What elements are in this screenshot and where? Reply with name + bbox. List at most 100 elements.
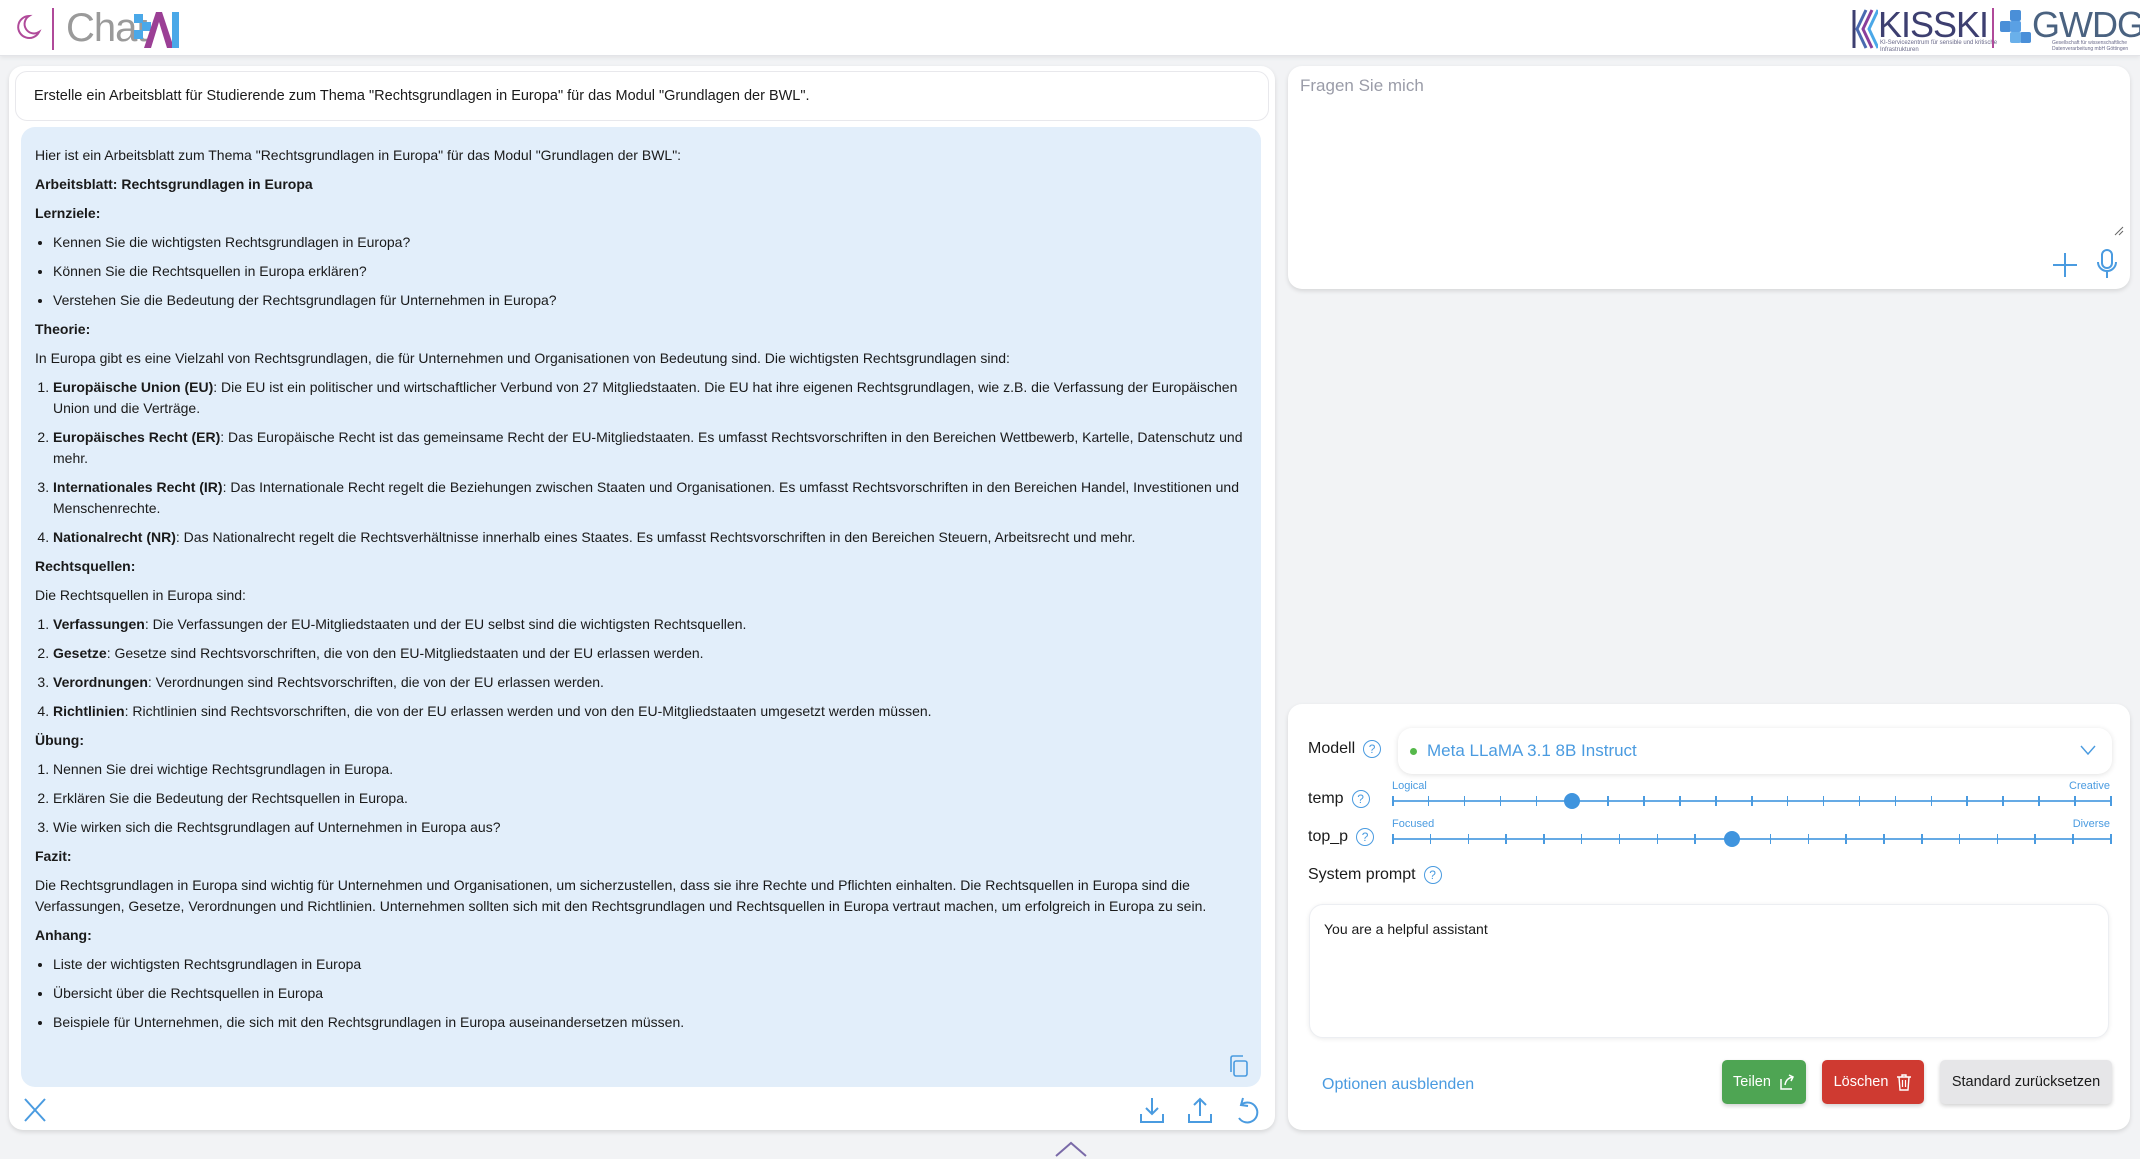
temp-label: temp [1308, 790, 1344, 807]
share-button[interactable]: Teilen [1722, 1060, 1806, 1104]
reset-label: Standard zurücksetzen [1951, 1074, 2101, 1090]
slider-tick [1499, 796, 1502, 806]
model-label-row: Modell ? [1308, 740, 1382, 758]
list-item: Gesetze: Gesetze sind Rechtsvorschriften… [53, 643, 1247, 664]
slider-tick [2038, 796, 2040, 806]
assistant-message: Hier ist ein Arbeitsblatt zum Thema "Rec… [21, 127, 1261, 1087]
slider-tick [1429, 834, 1432, 844]
list-item: Nennen Sie drei wichtige Rechtsgrundlage… [53, 759, 1247, 780]
top-header: Chat KISSKI KI-Servicezentrum für sensib… [0, 0, 2140, 56]
slider-tick [1535, 796, 1538, 806]
model-selected-value: Meta LLaMA 3.1 8B Instruct [1427, 741, 1637, 760]
undo-icon[interactable] [1233, 1096, 1261, 1126]
slider-tick [1921, 834, 1923, 844]
list-item: Kennen Sie die wichtigsten Rechtsgrundla… [53, 232, 1247, 253]
copy-icon[interactable] [1229, 1055, 1249, 1077]
definition: : Das Europäische Recht ist das gemeinsa… [53, 429, 1243, 466]
system-prompt-label-row: System prompt ? [1308, 866, 1442, 884]
section-heading-rechtsquellen: Rechtsquellen: [35, 558, 136, 574]
slider-tick [1694, 834, 1696, 844]
moon-icon[interactable] [12, 12, 42, 42]
chat-footer [9, 1090, 1275, 1130]
definition: : Die Verfassungen der EU-Mitgliedstaate… [144, 616, 747, 632]
slider-tick [1883, 834, 1885, 844]
list-item: Beispiele für Unternehmen, die sich mit … [53, 1012, 1247, 1033]
slider-tick [1580, 834, 1583, 844]
slider-thumb[interactable] [1563, 793, 1580, 809]
slider-tick [1807, 834, 1810, 844]
slider-tick [1751, 796, 1753, 806]
temp-slider[interactable]: Logical Creative [1392, 780, 2112, 810]
term: Europäisches Recht (ER) [53, 429, 221, 445]
slider-tick [1996, 834, 1999, 844]
term: Richtlinien [53, 703, 125, 719]
slider-tick [1607, 796, 1609, 806]
list-item: Können Sie die Rechtsquellen in Europa e… [53, 261, 1247, 282]
close-icon[interactable] [21, 1096, 49, 1124]
help-icon[interactable]: ? [1356, 828, 1375, 846]
slider-tick [1858, 796, 1861, 806]
term: Nationalrecht (NR) [53, 529, 176, 545]
term: Internationales Recht (IR) [53, 479, 223, 495]
system-prompt-input[interactable] [1309, 904, 2109, 1038]
definition: : Das Internationale Recht regelt die Be… [53, 479, 1239, 516]
theorie-intro: In Europa gibt es eine Vielzahl von Rech… [35, 350, 1010, 366]
system-prompt-label: System prompt [1308, 866, 1416, 883]
slider-tick [2002, 796, 2004, 806]
slider-tick [1656, 834, 1659, 844]
list-item: Liste der wichtigsten Rechtsgrundlagen i… [53, 954, 1247, 975]
hide-options-link[interactable]: Optionen ausblenden [1322, 1076, 1474, 1094]
slider-tick [1543, 834, 1545, 844]
prompt-input[interactable] [1300, 76, 2122, 236]
add-attachment-icon[interactable] [2050, 250, 2080, 280]
list-item: Richtlinien: Richtlinien sind Rechtsvors… [53, 701, 1247, 722]
section-heading-uebung: Übung: [35, 732, 84, 748]
section-heading-fazit: Fazit: [35, 848, 72, 864]
slider-thumb[interactable] [1724, 831, 1741, 847]
section-heading-anhang: Anhang: [35, 927, 92, 943]
microphone-icon[interactable] [2096, 248, 2118, 280]
top-p-label-row: top_p ? [1308, 828, 1375, 846]
logo-divider [1992, 8, 1994, 48]
slider-tick [1769, 834, 1772, 844]
slider-tick [2110, 834, 2112, 844]
model-label: Modell [1308, 740, 1356, 757]
share-label: Teilen [1733, 1074, 1771, 1090]
slider-tick [2034, 834, 2036, 844]
model-select[interactable]: Meta LLaMA 3.1 8B Instruct [1398, 728, 2112, 774]
slider-tick [1392, 796, 1394, 806]
resize-handle[interactable] [2114, 226, 2124, 236]
help-icon[interactable]: ? [1363, 740, 1382, 758]
list-item: Erklären Sie die Bedeutung der Rechtsque… [53, 788, 1247, 809]
slider-tick [1930, 796, 1932, 806]
slider-tick [1966, 796, 1968, 806]
settings-panel: Modell ? Meta LLaMA 3.1 8B Instruct temp… [1288, 704, 2130, 1130]
chevron-up-icon[interactable] [1054, 1140, 1088, 1158]
slider-tick [1786, 796, 1789, 806]
term: Verordnungen [53, 674, 148, 690]
help-icon[interactable]: ? [1351, 790, 1370, 808]
slider-tick [1958, 834, 1961, 844]
list-item: Verordnungen: Verordnungen sind Rechtsvo… [53, 672, 1247, 693]
share-icon [1780, 1074, 1794, 1090]
temp-label-row: temp ? [1308, 790, 1370, 808]
user-message: Erstelle ein Arbeitsblatt für Studierend… [15, 71, 1269, 121]
model-status-dot [1410, 747, 1417, 755]
reset-defaults-button[interactable]: Standard zurücksetzen [1940, 1060, 2112, 1104]
rechtsquellen-list: Verfassungen: Die Verfassungen der EU-Mi… [53, 614, 1247, 722]
upload-icon[interactable] [1187, 1096, 1213, 1124]
slider-tick [1427, 796, 1430, 806]
list-item: Europäisches Recht (ER): Das Europäische… [53, 427, 1247, 469]
delete-button[interactable]: Löschen [1822, 1060, 1924, 1104]
slider-tick [1467, 834, 1470, 844]
section-heading-lernziele: Lernziele: [35, 205, 101, 221]
help-icon[interactable]: ? [1423, 866, 1442, 884]
list-item: Übersicht über die Rechtsquellen in Euro… [53, 983, 1247, 1004]
list-item: Europäische Union (EU): Die EU ist ein p… [53, 377, 1247, 419]
slider-tick [1894, 796, 1897, 806]
top-p-slider[interactable]: Focused Diverse [1392, 818, 2112, 848]
download-icon[interactable] [1139, 1096, 1165, 1124]
theorie-list: Europäische Union (EU): Die EU ist ein p… [53, 377, 1247, 548]
top-p-min-label: Focused [1392, 818, 1435, 830]
slider-tick [1845, 834, 1847, 844]
